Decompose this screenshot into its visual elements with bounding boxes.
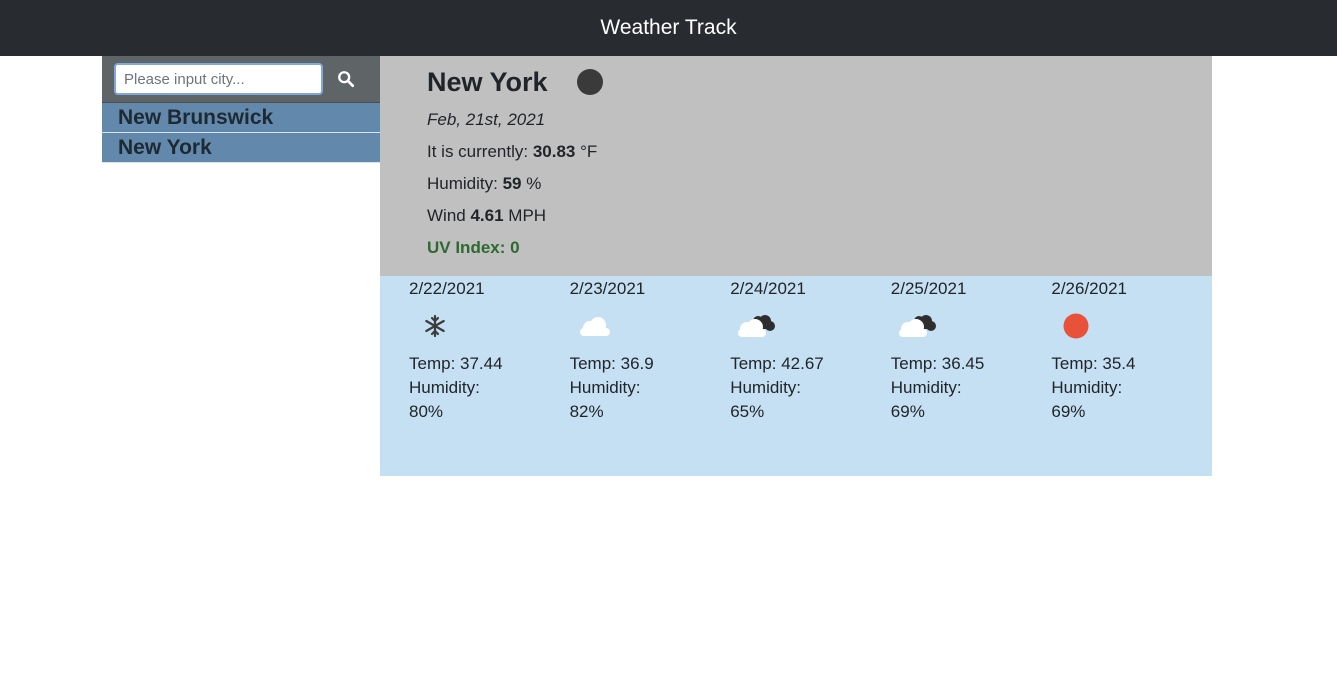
forecast-icon-wrap bbox=[730, 304, 891, 348]
forecast-temp: Temp: 37.44 bbox=[409, 354, 503, 373]
city-search-input[interactable] bbox=[114, 63, 323, 95]
current-temperature: It is currently: 30.83 °F bbox=[427, 142, 1212, 163]
forecast-humidity: 65% bbox=[730, 402, 765, 421]
current-humidity: Humidity: 59 % bbox=[427, 174, 1212, 195]
humidity-unit: % bbox=[526, 174, 542, 193]
forecast-humidity: 69% bbox=[890, 402, 925, 421]
forecast-temp: Temp: 42.67 bbox=[730, 354, 824, 373]
search-icon bbox=[338, 71, 355, 88]
forecast-humidity-label: Humidity: bbox=[409, 378, 480, 397]
forecast-icon-wrap bbox=[891, 304, 1052, 348]
forecast-card: 2/25/2021 Temp: 36.45 Humidity: 69% bbox=[891, 278, 1052, 476]
content-wrapper: New Brunswick New York New York Feb, 21s… bbox=[0, 56, 1337, 687]
temp-prefix: It is currently: bbox=[427, 142, 529, 161]
history-item-label: New York bbox=[118, 135, 212, 159]
search-bar bbox=[102, 56, 380, 103]
wind-unit: MPH bbox=[508, 206, 547, 225]
app-title: Weather Track bbox=[600, 16, 737, 39]
current-wind: Wind 4.61 MPH bbox=[427, 206, 1212, 227]
moon-icon bbox=[576, 69, 603, 95]
forecast-date: 2/22/2021 bbox=[409, 279, 485, 298]
forecast-humidity-label: Humidity: bbox=[890, 378, 962, 397]
history-item-label: New Brunswick bbox=[118, 105, 274, 129]
forecast-temp: Temp: 36.9 bbox=[569, 354, 654, 373]
forecast-humidity-label: Humidity: bbox=[1051, 378, 1123, 397]
forecast-temp: Temp: 35.4 bbox=[1051, 354, 1136, 373]
uv-index: UV Index: 0 bbox=[427, 238, 520, 257]
forecast-humidity-label: Humidity: bbox=[730, 378, 802, 397]
current-city-name: New York bbox=[427, 66, 548, 97]
humidity-prefix: Humidity: bbox=[427, 174, 498, 193]
current-weather: New York Feb, 21st, 2021 It is currently… bbox=[380, 56, 1212, 276]
five-day-forecast: 2/22/2021 Temp: 37.44 Humidity: 80% 2/23… bbox=[380, 276, 1212, 476]
sidebar: New Brunswick New York bbox=[102, 56, 380, 163]
sun-icon bbox=[1063, 313, 1089, 339]
wind-value: 4.61 bbox=[470, 206, 504, 225]
forecast-humidity-label: Humidity: bbox=[569, 378, 641, 397]
current-date: Feb, 21st, 2021 bbox=[427, 110, 546, 129]
wind-prefix: Wind bbox=[427, 206, 466, 225]
broken-clouds-icon bbox=[898, 315, 936, 337]
forecast-date: 2/24/2021 bbox=[730, 279, 806, 298]
forecast-humidity: 69% bbox=[1051, 402, 1086, 421]
navbar: Weather Track bbox=[0, 0, 1337, 56]
humidity-value: 59 bbox=[502, 174, 522, 193]
snowflake-icon bbox=[425, 314, 445, 338]
forecast-icon-wrap bbox=[570, 304, 731, 348]
forecast-card: 2/23/2021 Temp: 36.9 Humidity: 82% bbox=[570, 278, 731, 476]
forecast-icon-wrap bbox=[409, 304, 570, 348]
search-button[interactable] bbox=[331, 64, 361, 94]
forecast-date: 2/25/2021 bbox=[890, 279, 967, 298]
forecast-card: 2/22/2021 Temp: 37.44 Humidity: 80% bbox=[409, 278, 570, 476]
cloud-icon bbox=[579, 317, 610, 336]
forecast-card: 2/26/2021 Temp: 35.4 Humidity: 69% bbox=[1051, 278, 1212, 476]
history-item-new-brunswick[interactable]: New Brunswick bbox=[102, 103, 380, 133]
forecast-icon-wrap bbox=[1051, 304, 1212, 348]
temp-unit: °F bbox=[580, 142, 598, 161]
forecast-date: 2/23/2021 bbox=[569, 279, 646, 298]
history-item-new-york[interactable]: New York bbox=[102, 133, 380, 163]
current-city-row: New York bbox=[427, 66, 1212, 98]
forecast-card: 2/24/2021 Temp: 42.67 Humidity: 65% bbox=[730, 278, 891, 476]
forecast-date: 2/26/2021 bbox=[1051, 279, 1128, 298]
broken-clouds-icon bbox=[738, 315, 776, 337]
temp-value: 30.83 bbox=[532, 142, 576, 161]
forecast-humidity: 80% bbox=[409, 402, 444, 421]
forecast-humidity: 82% bbox=[569, 402, 604, 421]
main-panel: New York Feb, 21st, 2021 It is currently… bbox=[380, 56, 1212, 476]
forecast-temp: Temp: 36.45 bbox=[890, 354, 985, 373]
